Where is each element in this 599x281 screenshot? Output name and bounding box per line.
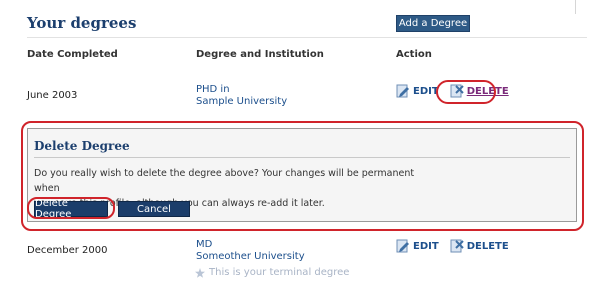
pencil-icon[interactable] (396, 84, 410, 98)
edit-link[interactable]: EDIT (413, 241, 439, 252)
degree-info: MD Someother University (196, 239, 305, 263)
degree-info: PHD in Sample University (196, 84, 287, 108)
column-header-date: Date Completed (27, 49, 118, 60)
section-title: Your degrees (27, 14, 137, 32)
terminal-degree-note: This is your terminal degree (195, 267, 349, 278)
delete-icon[interactable] (450, 239, 464, 253)
star-icon (195, 267, 205, 278)
edit-link[interactable]: EDIT (413, 86, 439, 97)
column-header-degree: Degree and Institution (196, 49, 324, 60)
institution-name[interactable]: Sample University (196, 96, 287, 108)
institution-name[interactable]: Someother University (196, 251, 305, 263)
delete-link[interactable]: DELETE (467, 241, 509, 252)
column-header-action: Action (396, 49, 432, 60)
degree-date: December 2000 (27, 245, 108, 256)
add-degree-button[interactable]: Add a Degree (396, 15, 470, 32)
top-divider (575, 0, 576, 14)
delete-link-highlight (436, 80, 496, 104)
title-divider (27, 37, 587, 38)
degree-name[interactable]: PHD in (196, 84, 287, 96)
degree-actions: EDIT DELETE (396, 239, 509, 253)
degree-name[interactable]: MD (196, 239, 305, 251)
degree-date: June 2003 (27, 90, 78, 101)
confirm-button-highlight (27, 197, 115, 219)
terminal-degree-text: This is your terminal degree (209, 267, 350, 278)
pencil-icon[interactable] (396, 239, 410, 253)
